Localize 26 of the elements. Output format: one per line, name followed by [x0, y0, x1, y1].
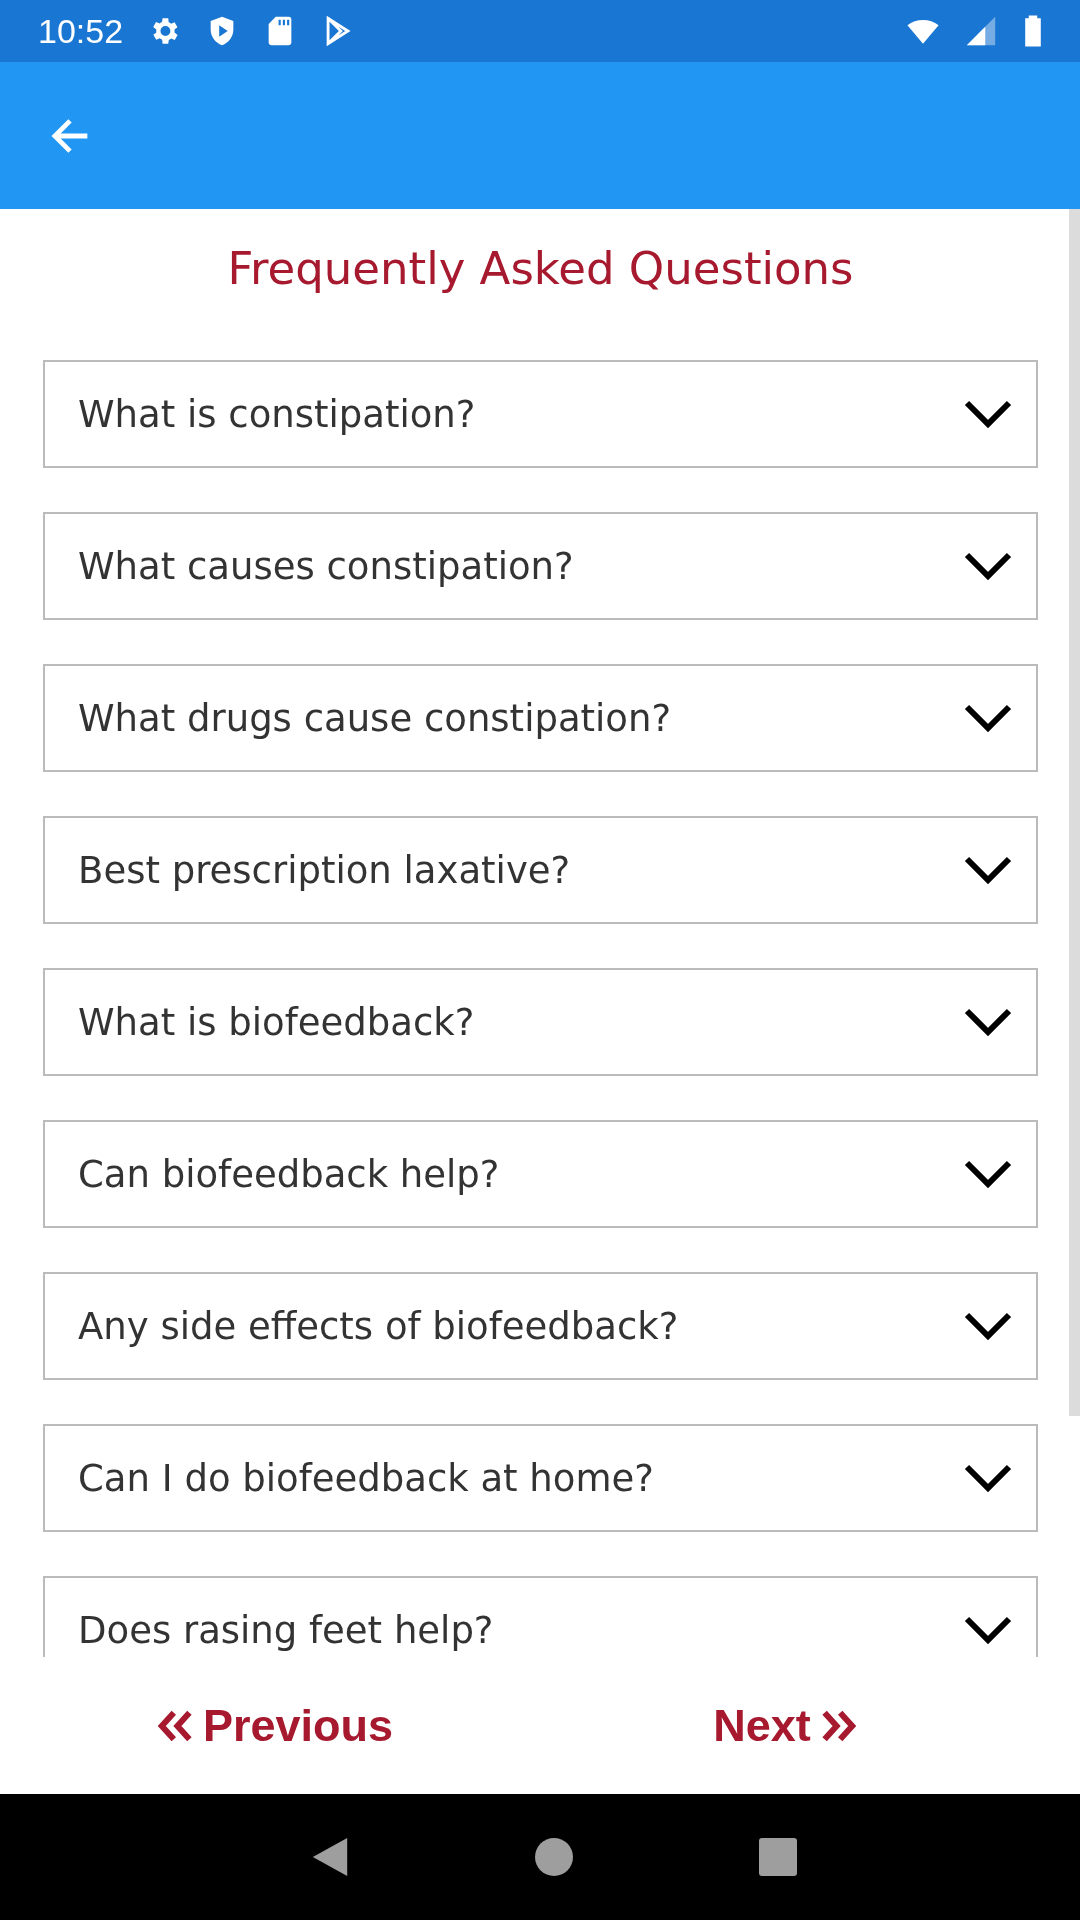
question-text: What is biofeedback?	[78, 1000, 476, 1044]
faq-item[interactable]: Can biofeedback help?	[43, 1120, 1038, 1228]
next-button[interactable]: Next	[709, 1695, 861, 1756]
battery-icon	[1022, 14, 1044, 48]
question-text: Any side effects of biofeedback?	[78, 1304, 680, 1348]
faq-item[interactable]: What drugs cause constipation?	[43, 664, 1038, 772]
question-text: What drugs cause constipation?	[78, 696, 673, 740]
page-title: Frequently Asked Questions	[226, 241, 855, 297]
question-text: What is constipation?	[78, 392, 477, 436]
question-text: Best prescription laxative?	[78, 848, 572, 892]
faq-item[interactable]: What causes constipation?	[43, 512, 1038, 620]
question-text: Can I do biofeedback at home?	[78, 1456, 655, 1500]
faq-item[interactable]: Can I do biofeedback at home?	[43, 1424, 1038, 1532]
clock: 10:52	[38, 11, 124, 51]
recents-square-icon[interactable]	[758, 1836, 798, 1878]
previous-button[interactable]: Previous	[152, 1695, 398, 1756]
faq-item[interactable]: Best prescription laxative?	[43, 816, 1038, 924]
faq-item[interactable]: Any side effects of biofeedback?	[43, 1272, 1038, 1380]
faq-item[interactable]: What is biofeedback?	[43, 968, 1038, 1076]
faq-item[interactable]: Does rasing feet help?	[43, 1576, 1038, 1657]
question-text: Does rasing feet help?	[78, 1608, 495, 1652]
question-text: What causes constipation?	[78, 544, 575, 588]
signal-icon	[964, 14, 998, 48]
question-text: Can biofeedback help?	[78, 1152, 501, 1196]
home-circle-icon[interactable]	[534, 1836, 574, 1878]
faq-item[interactable]: What is constipation?	[43, 360, 1038, 468]
